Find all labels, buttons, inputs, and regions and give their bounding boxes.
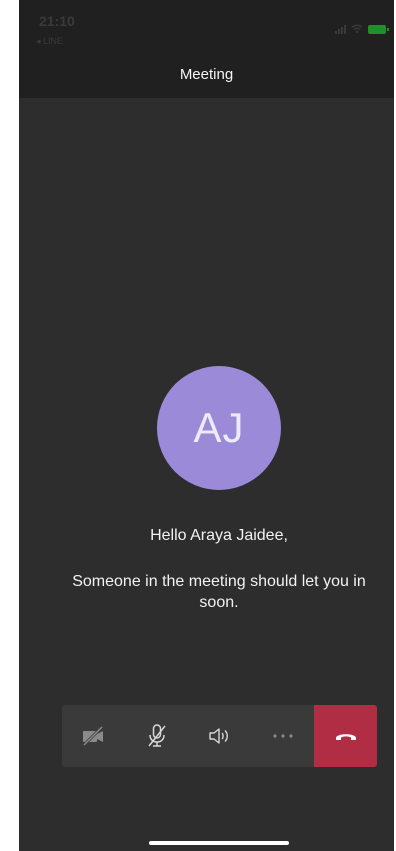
avatar: AJ [157,366,281,490]
speaker-icon [208,728,228,744]
call-controls-bar [62,705,377,767]
video-off-icon [82,726,103,746]
back-to-app-link[interactable]: ◂ LINE [36,36,63,47]
mute-toggle-button[interactable] [125,705,188,767]
signal-icon [335,24,346,34]
greeting-text: Hello Araya Jaidee, [150,527,288,544]
more-icon [272,734,293,738]
battery-icon [368,24,389,34]
speaker-button[interactable] [188,705,251,767]
top-bar: 21:10 ◂ LINE Meeting [19,0,394,98]
lobby-message: Someone in the meeting should let you in… [72,573,366,611]
status-indicators [335,24,389,34]
more-options-button[interactable] [251,705,314,767]
phone-screen: 21:10 ◂ LINE Meeting AJ Hello Araya Jaid… [19,0,394,851]
camera-toggle-button[interactable] [62,705,125,767]
hang-up-icon [335,734,356,740]
avatar-initials: AJ [193,404,245,451]
home-indicator[interactable] [149,841,289,845]
status-time: 21:10 [39,13,75,29]
wifi-icon [351,24,363,34]
mic-off-icon [147,724,166,747]
page-title: Meeting [179,66,234,83]
hang-up-button[interactable] [314,705,377,767]
